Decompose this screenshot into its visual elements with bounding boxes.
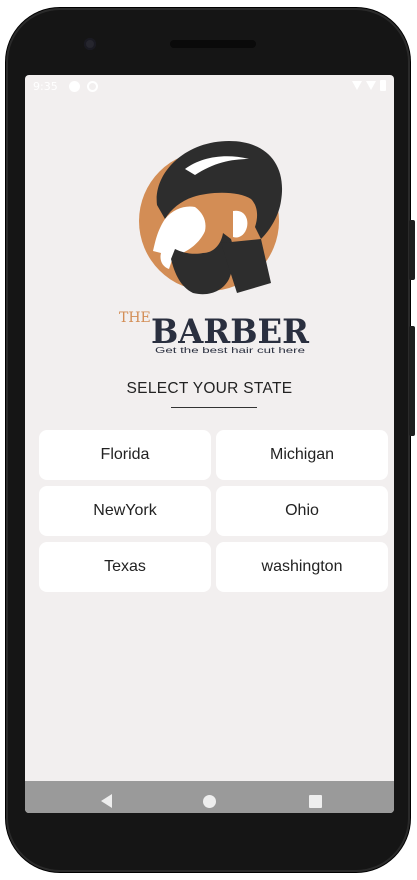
system-navigation-bar <box>25 781 394 813</box>
title-underline <box>171 407 257 408</box>
state-grid: Florida Michigan NewYork Ohio Texas wash… <box>39 430 389 592</box>
app-screen: 9:35 THE BARBER Get the best hair cut he… <box>25 75 394 813</box>
status-time: 9:35 <box>33 80 58 93</box>
volume-button <box>409 220 415 280</box>
recents-icon[interactable] <box>309 795 322 808</box>
sync-icon <box>87 81 98 92</box>
status-icons <box>352 80 386 91</box>
home-icon[interactable] <box>203 795 216 808</box>
state-button-washington[interactable]: washington <box>216 542 388 592</box>
status-bar: 9:35 <box>25 75 394 99</box>
wifi-icon <box>352 81 362 90</box>
earpiece-speaker <box>170 40 256 48</box>
state-button-florida[interactable]: Florida <box>39 430 211 480</box>
state-button-newyork[interactable]: NewYork <box>39 486 211 536</box>
page-title: SELECT YOUR STATE <box>126 380 293 397</box>
state-button-ohio[interactable]: Ohio <box>216 486 388 536</box>
front-camera <box>84 38 96 50</box>
battery-icon <box>380 80 386 91</box>
brand-prefix: THE <box>119 310 151 326</box>
barber-logo: THE BARBER Get the best hair cut here <box>119 141 310 355</box>
back-icon[interactable] <box>101 794 112 808</box>
power-button <box>409 326 415 436</box>
notification-icon <box>69 81 80 92</box>
brand-tagline: Get the best hair cut here <box>155 345 305 355</box>
signal-icon <box>366 81 376 90</box>
state-button-michigan[interactable]: Michigan <box>216 430 388 480</box>
phone-frame: 9:35 THE BARBER Get the best hair cut he… <box>6 8 415 872</box>
state-button-texas[interactable]: Texas <box>39 542 211 592</box>
